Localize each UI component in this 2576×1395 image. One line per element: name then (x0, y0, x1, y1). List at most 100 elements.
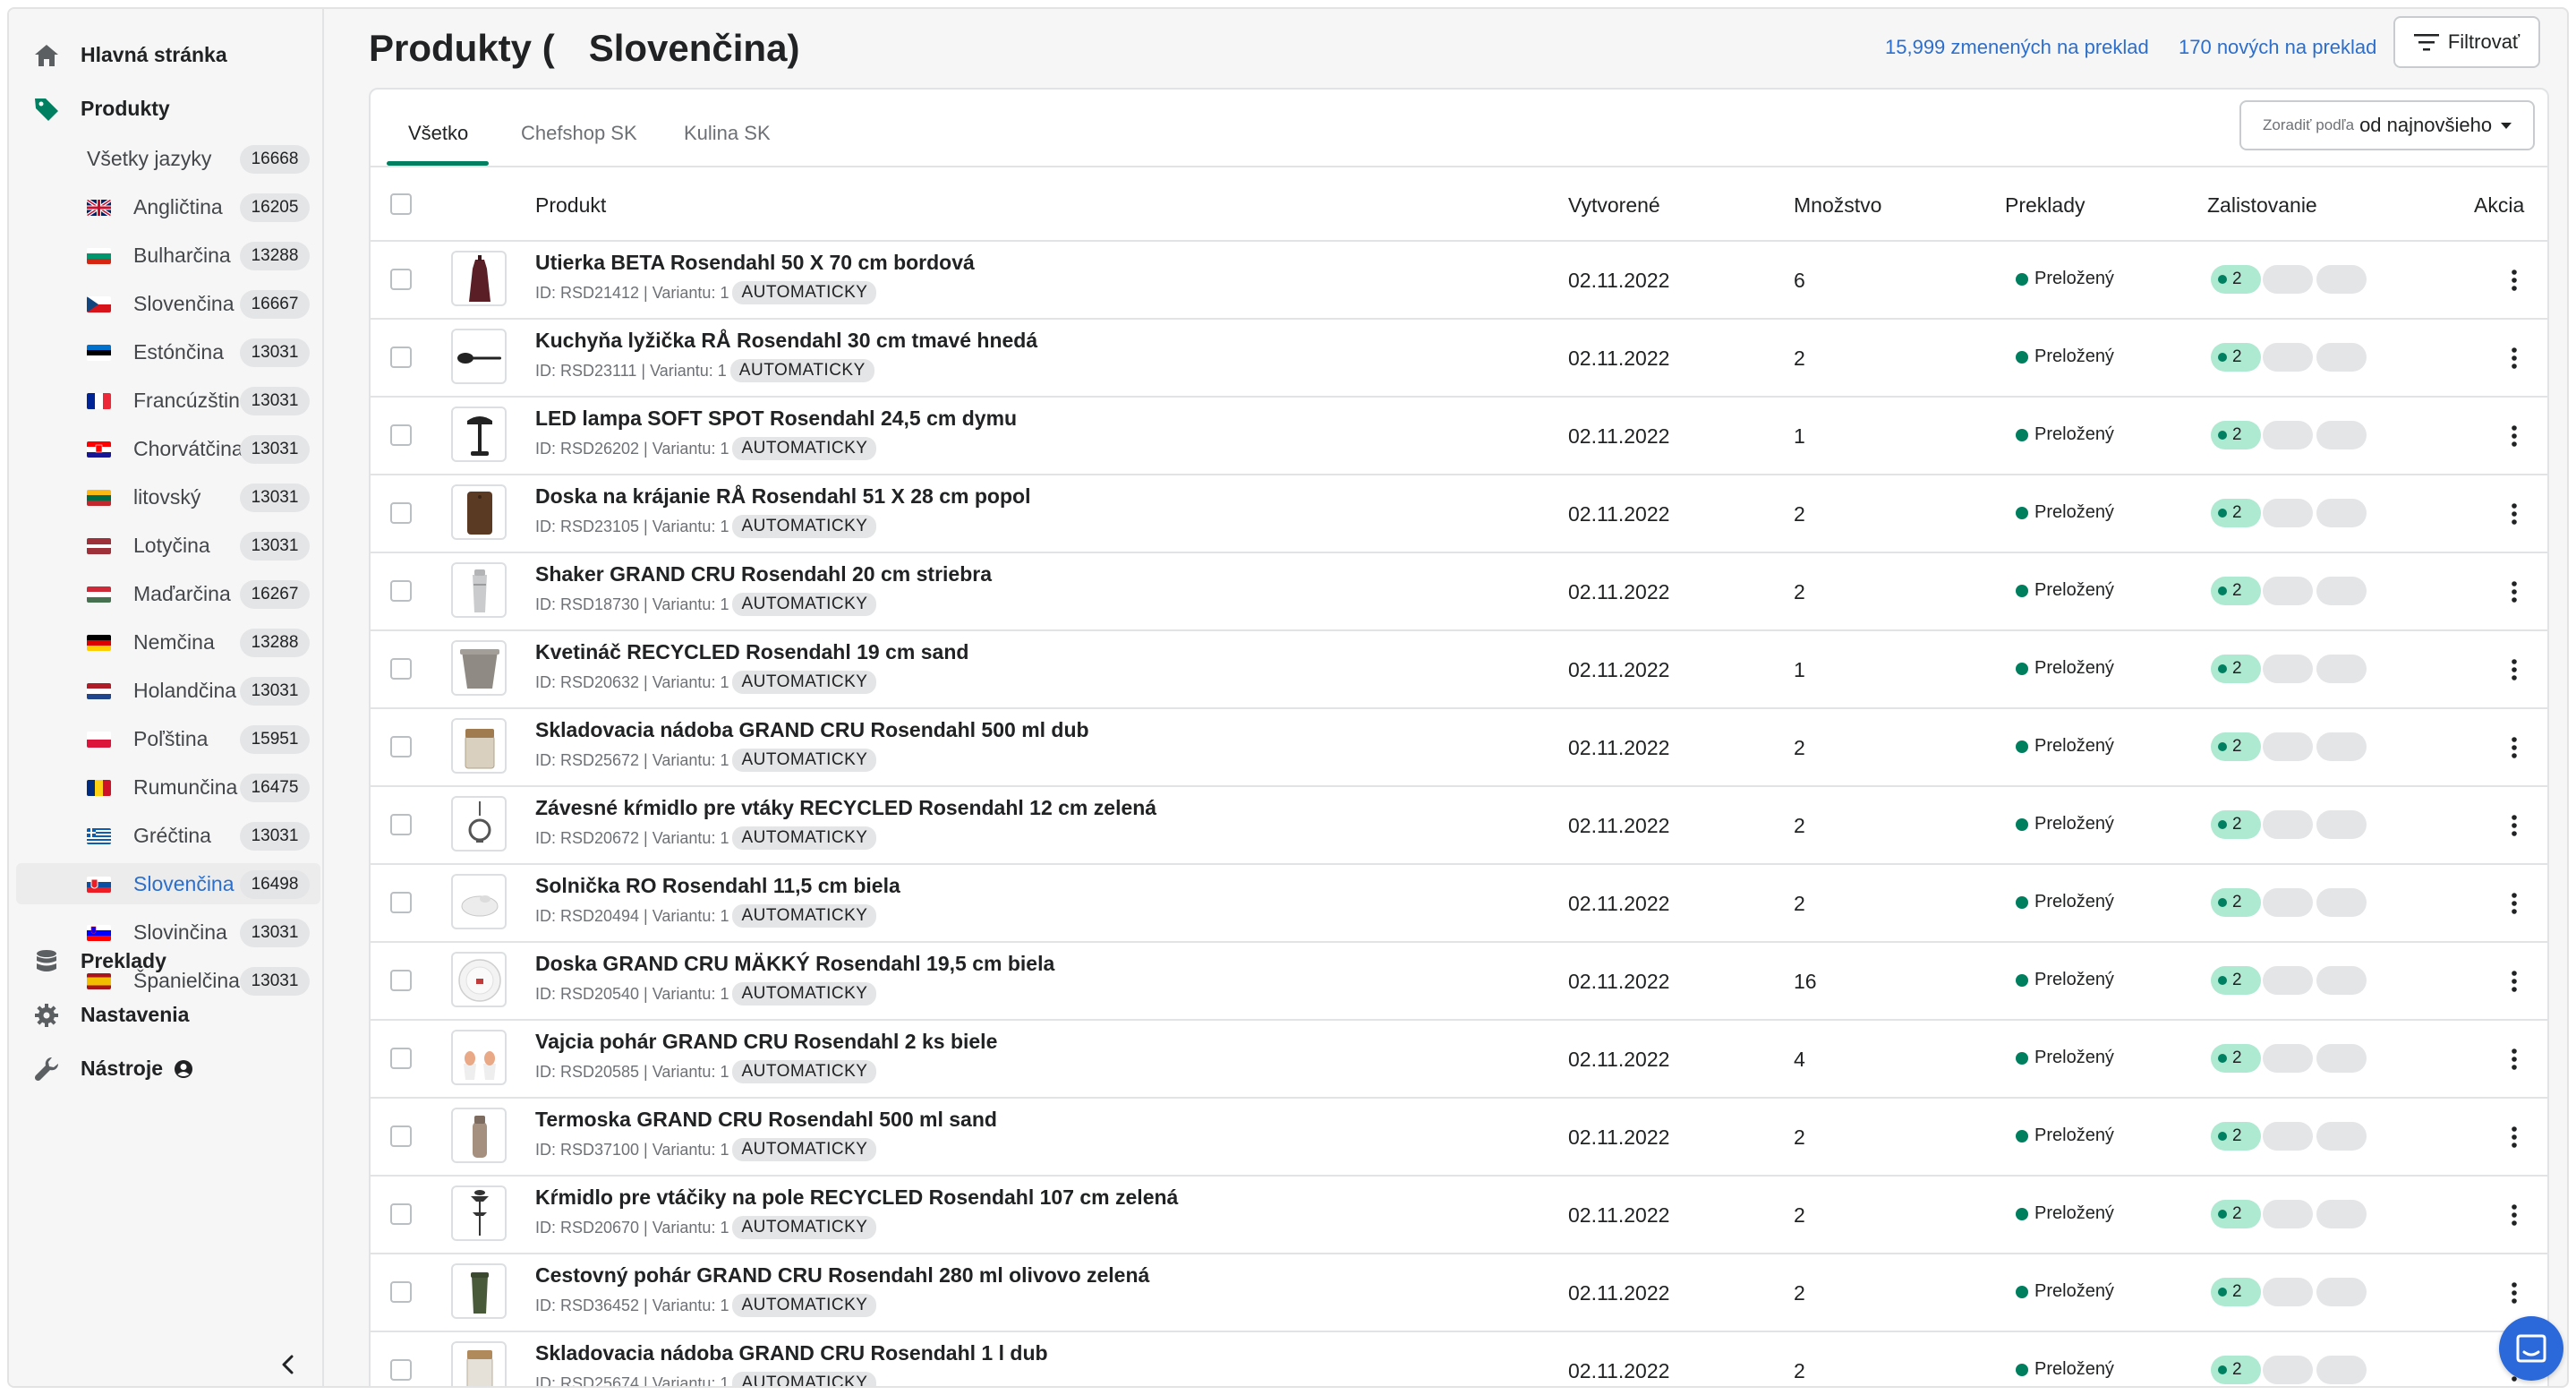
table-row[interactable]: Solnička RO Rosendahl 11,5 cm biela ID: R… (371, 865, 2547, 943)
listing-empty-badge[interactable] (2263, 1044, 2313, 1073)
product-name-link[interactable]: Shaker GRAND CRU Rosendahl 20 cm striebr… (535, 562, 992, 586)
product-thumbnail[interactable] (451, 874, 507, 929)
row-checkbox[interactable] (390, 1048, 412, 1069)
product-name-link[interactable]: Vajcia pohár GRAND CRU Rosendahl 2 ks bi… (535, 1030, 997, 1054)
listing-empty-badge[interactable] (2316, 1200, 2367, 1228)
row-checkbox[interactable] (390, 502, 412, 524)
tab-chefshop-sk[interactable]: Chefshop SK (521, 122, 637, 145)
product-name-link[interactable]: Termoska GRAND CRU Rosendahl 500 ml sand (535, 1108, 997, 1132)
row-checkbox[interactable] (390, 1281, 412, 1303)
listing-empty-badge[interactable] (2316, 1356, 2367, 1384)
column-header-created[interactable]: Vytvorené (1568, 193, 1660, 218)
nav-products[interactable]: Produkty (9, 82, 324, 134)
product-thumbnail[interactable] (451, 484, 507, 540)
more-actions-icon[interactable] (2501, 1279, 2528, 1306)
row-checkbox[interactable] (390, 1125, 412, 1147)
chat-button[interactable] (2499, 1316, 2563, 1381)
row-checkbox[interactable] (390, 1359, 412, 1381)
listing-empty-badge[interactable] (2263, 810, 2313, 839)
listing-empty-badge[interactable] (2263, 1278, 2313, 1306)
product-thumbnail[interactable] (451, 407, 507, 462)
listing-count-badge[interactable]: 2 (2211, 577, 2261, 605)
listing-empty-badge[interactable] (2316, 966, 2367, 995)
more-actions-icon[interactable] (2501, 890, 2528, 917)
row-checkbox[interactable] (390, 424, 412, 446)
listing-count-badge[interactable]: 2 (2211, 732, 2261, 761)
select-all-checkbox[interactable] (390, 193, 412, 215)
sidebar-item-language[interactable]: Maďarčina 16267 (16, 573, 320, 614)
row-checkbox[interactable] (390, 269, 412, 290)
table-row[interactable]: Doska na krájanie RÅ Rosendahl 51 X 28 c… (371, 475, 2547, 553)
more-actions-icon[interactable] (2501, 578, 2528, 605)
more-actions-icon[interactable] (2501, 345, 2528, 372)
sidebar-item-language[interactable]: Francúzština 13031 (16, 380, 320, 421)
product-thumbnail[interactable] (451, 1108, 507, 1163)
column-header-listing[interactable]: Zalistovanie (2207, 193, 2317, 218)
product-thumbnail[interactable] (451, 251, 507, 306)
table-row[interactable]: Závesné kŕmidlo pre vtáky RECYCLED Rosen… (371, 787, 2547, 865)
more-actions-icon[interactable] (2501, 734, 2528, 761)
listing-empty-badge[interactable] (2316, 421, 2367, 449)
product-thumbnail[interactable] (451, 1341, 507, 1386)
listing-empty-badge[interactable] (2263, 888, 2313, 917)
listing-count-badge[interactable]: 2 (2211, 343, 2261, 372)
row-checkbox[interactable] (390, 970, 412, 991)
listing-empty-badge[interactable] (2316, 1122, 2367, 1151)
product-name-link[interactable]: Skladovacia nádoba GRAND CRU Rosendahl 5… (535, 718, 1089, 742)
listing-count-badge[interactable]: 2 (2211, 966, 2261, 995)
more-actions-icon[interactable] (2501, 1046, 2528, 1073)
listing-count-badge[interactable]: 2 (2211, 888, 2261, 917)
tab-all[interactable]: Všetko (408, 122, 468, 145)
listing-count-badge[interactable]: 2 (2211, 1044, 2261, 1073)
sidebar-item-language[interactable]: Gréčtina 13031 (16, 815, 320, 856)
column-header-quantity[interactable]: Množstvo (1794, 193, 1881, 218)
more-actions-icon[interactable] (2501, 1202, 2528, 1228)
listing-empty-badge[interactable] (2316, 577, 2367, 605)
listing-empty-badge[interactable] (2263, 1122, 2313, 1151)
product-name-link[interactable]: Doska GRAND CRU MÄKKÝ Rosendahl 19,5 cm … (535, 952, 1054, 976)
sidebar-item-language[interactable]: Slovenčina 16667 (16, 283, 320, 324)
product-thumbnail[interactable] (451, 952, 507, 1007)
nav-translations[interactable]: Preklady (9, 935, 324, 987)
listing-empty-badge[interactable] (2316, 1044, 2367, 1073)
row-checkbox[interactable] (390, 658, 412, 680)
listing-empty-badge[interactable] (2263, 421, 2313, 449)
listing-empty-badge[interactable] (2263, 966, 2313, 995)
sidebar-item-language[interactable]: Rumunčina 16475 (16, 766, 320, 808)
product-name-link[interactable]: Kuchyňa lyžička RÅ Rosendahl 30 cm tmavé… (535, 329, 1037, 353)
listing-count-badge[interactable]: 2 (2211, 499, 2261, 527)
row-checkbox[interactable] (390, 814, 412, 835)
listing-count-badge[interactable]: 2 (2211, 1200, 2261, 1228)
row-checkbox[interactable] (390, 1203, 412, 1225)
more-actions-icon[interactable] (2501, 423, 2528, 449)
more-actions-icon[interactable] (2501, 812, 2528, 839)
listing-empty-badge[interactable] (2263, 499, 2313, 527)
table-row[interactable]: Skladovacia nádoba GRAND CRU Rosendahl 5… (371, 709, 2547, 787)
sidebar-item-language[interactable]: Holandčina 13031 (16, 670, 320, 711)
sidebar-item-language[interactable]: Lotyčina 13031 (16, 525, 320, 566)
listing-empty-badge[interactable] (2263, 655, 2313, 683)
changed-to-translate-link[interactable]: 15,999 zmenených na preklad (1885, 36, 2149, 59)
row-checkbox[interactable] (390, 580, 412, 602)
product-thumbnail[interactable] (451, 1263, 507, 1319)
product-name-link[interactable]: Solnička RO Rosendahl 11,5 cm biela (535, 874, 900, 898)
sort-dropdown[interactable]: Zoradiť podľa od najnovšieho (2239, 100, 2535, 150)
product-thumbnail[interactable] (451, 796, 507, 852)
more-actions-icon[interactable] (2501, 267, 2528, 294)
product-name-link[interactable]: Skladovacia nádoba GRAND CRU Rosendahl 1… (535, 1341, 1048, 1365)
listing-empty-badge[interactable] (2263, 1200, 2313, 1228)
row-checkbox[interactable] (390, 347, 412, 368)
listing-empty-badge[interactable] (2316, 655, 2367, 683)
nav-tools[interactable]: Nástroje (9, 1042, 324, 1094)
product-name-link[interactable]: Cestovný pohár GRAND CRU Rosendahl 280 m… (535, 1263, 1149, 1288)
table-row[interactable]: Kŕmidlo pre vtáčiky na pole RECYCLED Ros… (371, 1177, 2547, 1254)
tab-kulina-sk[interactable]: Kulina SK (684, 122, 771, 145)
table-row[interactable]: Doska GRAND CRU MÄKKÝ Rosendahl 19,5 cm … (371, 943, 2547, 1021)
product-thumbnail[interactable] (451, 1030, 507, 1085)
filter-button[interactable]: Filtrovať (2393, 16, 2540, 68)
product-name-link[interactable]: Doska na krájanie RÅ Rosendahl 51 X 28 c… (535, 484, 1030, 509)
listing-count-badge[interactable]: 2 (2211, 1356, 2261, 1384)
listing-count-badge[interactable]: 2 (2211, 810, 2261, 839)
table-row[interactable]: Cestovný pohár GRAND CRU Rosendahl 280 m… (371, 1254, 2547, 1332)
table-row[interactable]: Vajcia pohár GRAND CRU Rosendahl 2 ks bi… (371, 1021, 2547, 1099)
